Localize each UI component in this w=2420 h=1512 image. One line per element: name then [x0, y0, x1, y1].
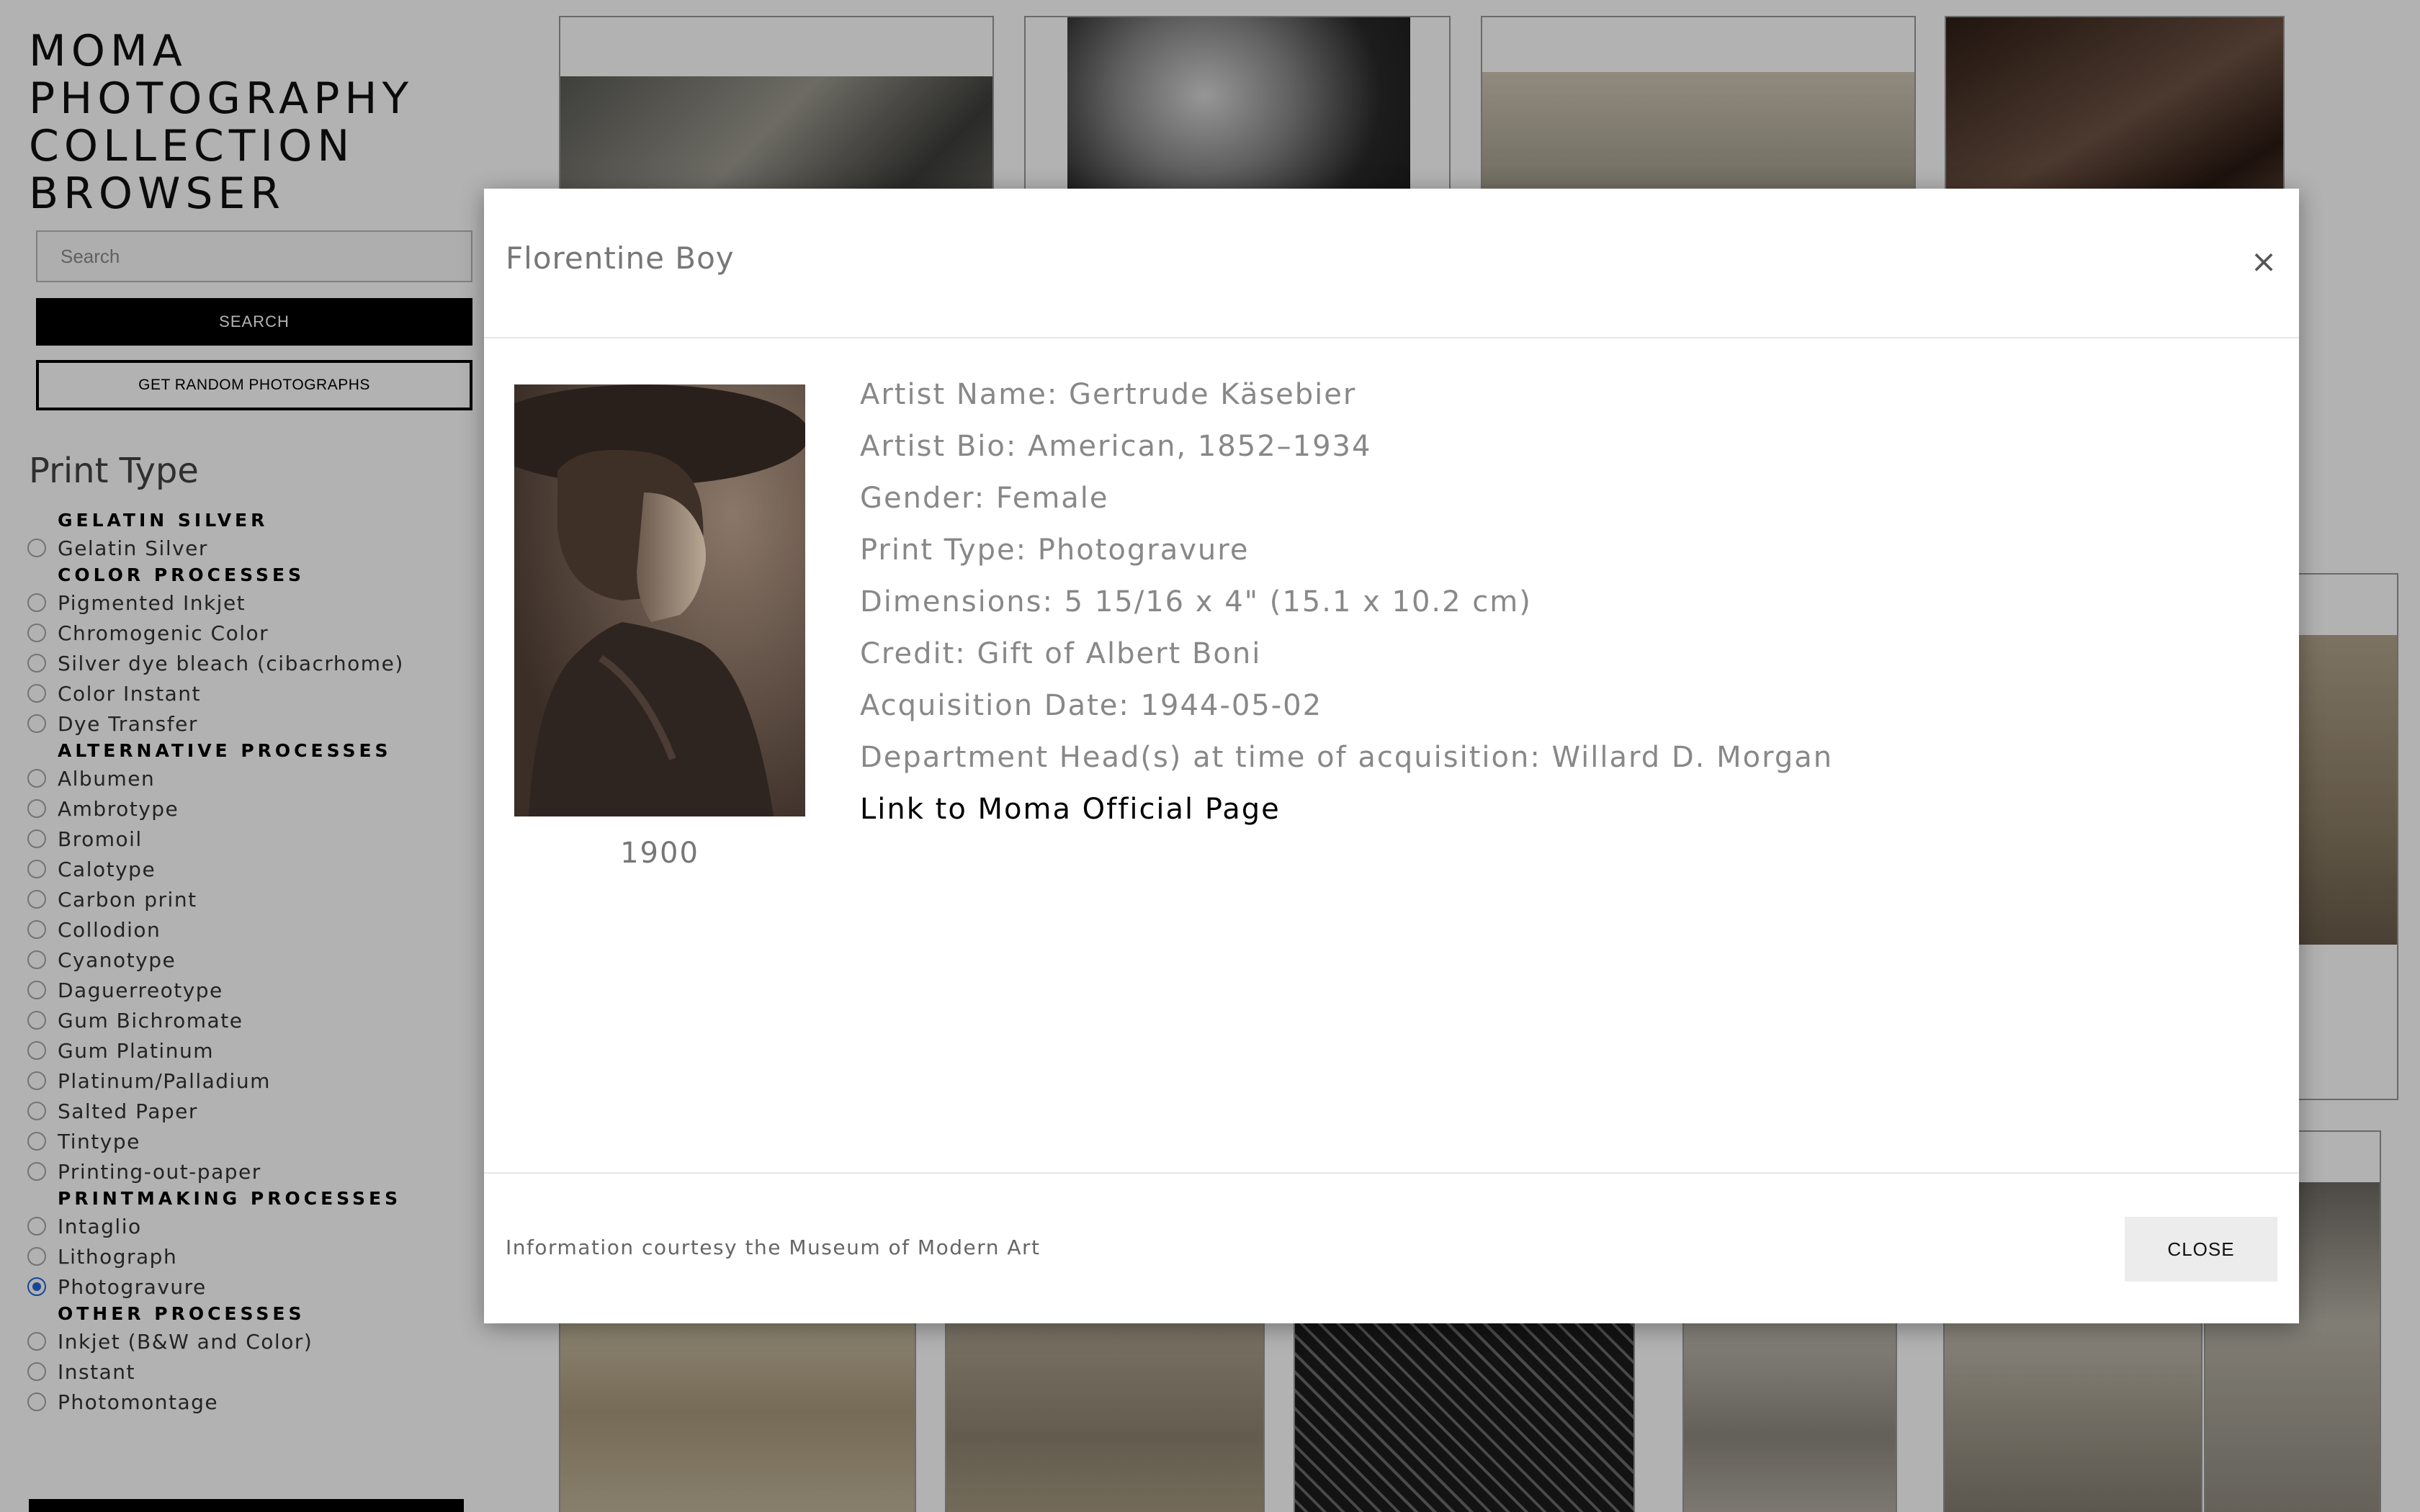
modal-header: Florentine Boy × [484, 189, 2299, 338]
detail-gender: Gender: Female [860, 482, 1109, 515]
close-icon[interactable]: × [2246, 246, 2282, 282]
artwork-image [514, 384, 805, 816]
detail-department-head: Department Head(s) at time of acquisitio… [860, 741, 1834, 774]
detail-artist-bio: Artist Bio: American, 1852–1934 [860, 430, 1372, 463]
modal-footer: Information courtesy the Museum of Moder… [484, 1172, 2299, 1323]
artwork-details: Artist Name: Gertrude Käsebier Artist Bi… [860, 369, 2228, 835]
footer-credit-note: Information courtesy the Museum of Moder… [506, 1236, 1041, 1259]
photo-detail-modal: Florentine Boy × 1900 Artist Name: Gertr… [484, 189, 2299, 1323]
modal-title: Florentine Boy [506, 240, 735, 276]
detail-artist-name: Artist Name: Gertrude Käsebier [860, 378, 1357, 411]
detail-credit: Credit: Gift of Albert Boni [860, 637, 1262, 670]
artwork-year: 1900 [620, 837, 699, 870]
detail-print-type: Print Type: Photogravure [860, 534, 1250, 567]
close-button[interactable]: CLOSE [2125, 1217, 2277, 1282]
detail-dimensions: Dimensions: 5 15/16 x 4" (15.1 x 10.2 cm… [860, 585, 1532, 618]
detail-acquisition-date: Acquisition Date: 1944-05-02 [860, 689, 1323, 722]
moma-official-page-link[interactable]: Link to Moma Official Page [860, 783, 2228, 835]
